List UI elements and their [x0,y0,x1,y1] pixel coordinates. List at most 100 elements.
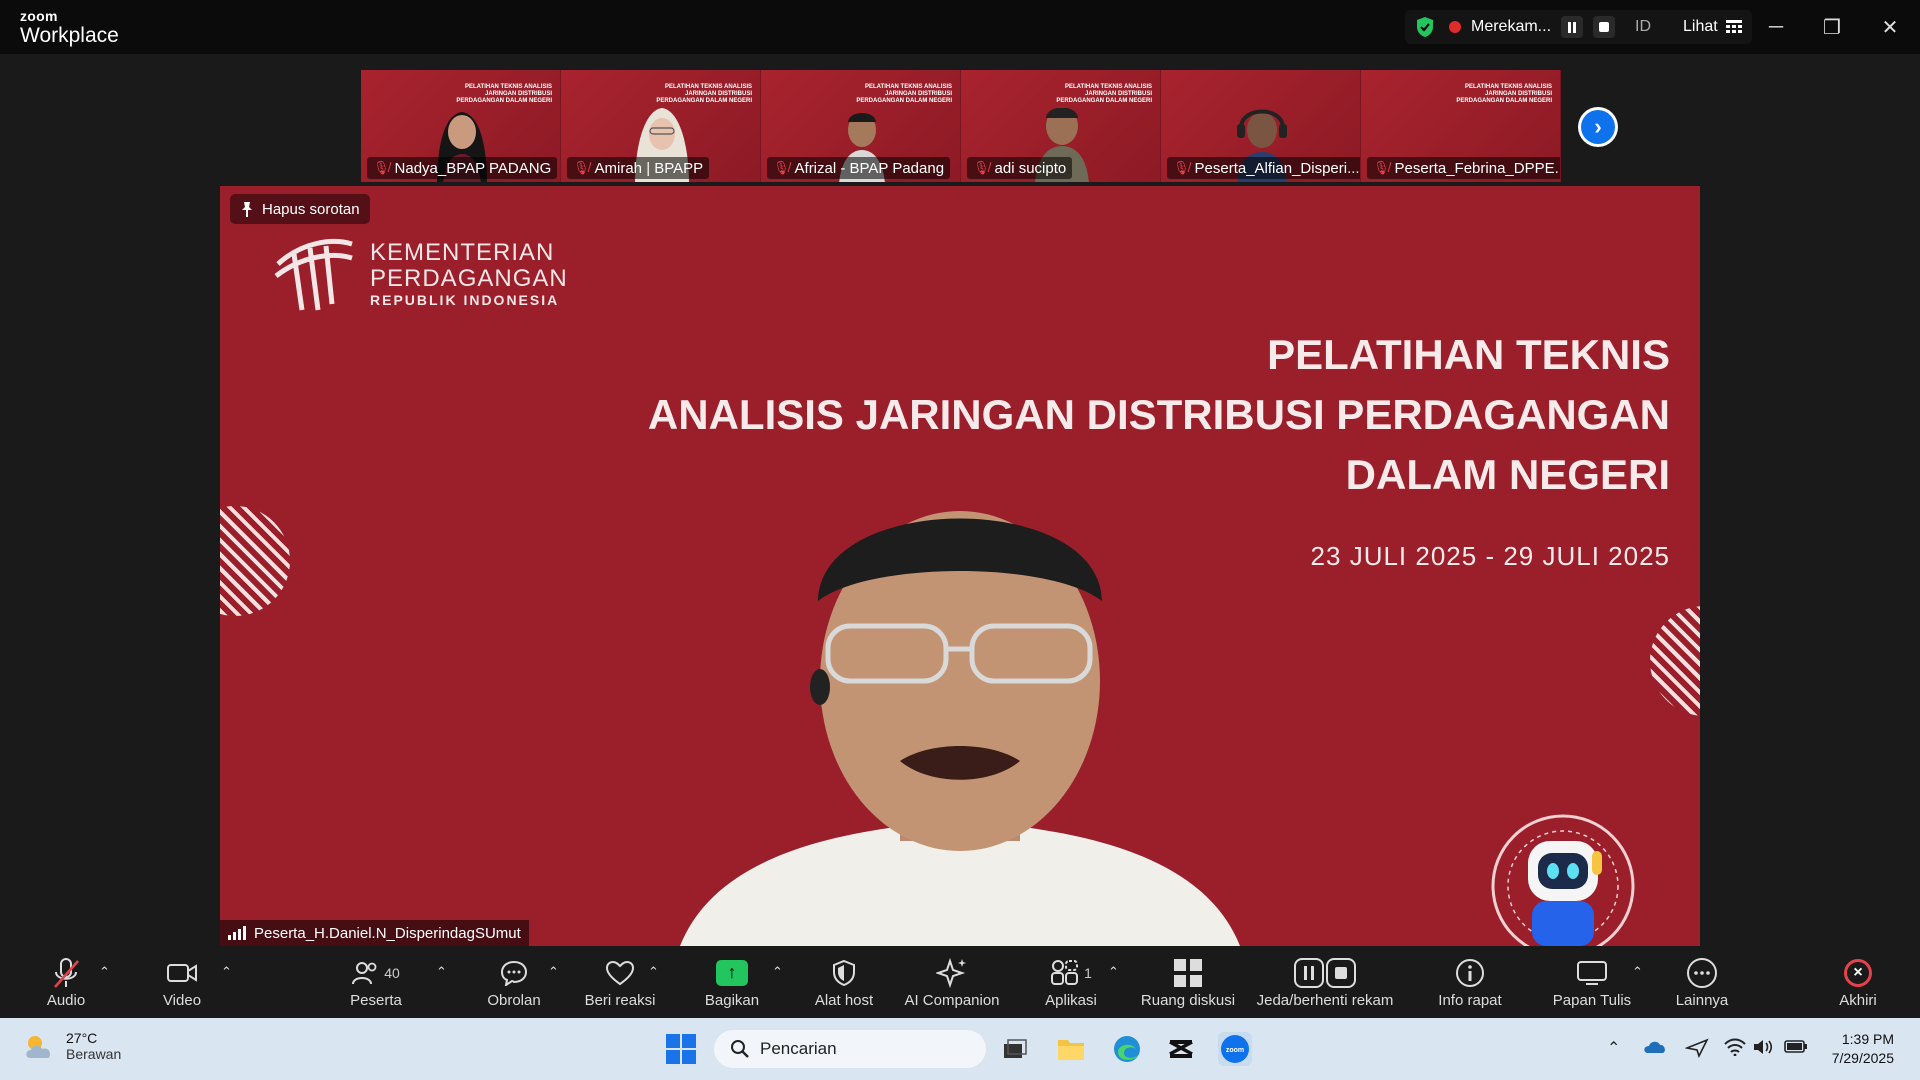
participant-tile[interactable]: PELATIHAN TEKNIS ANALISIS JARINGAN DISTR… [961,70,1161,182]
ai-companion-button[interactable]: AI Companion [902,946,1002,1018]
mic-muted-icon: 🎙︎̸ [773,160,790,175]
chat-options-caret[interactable]: ⌃ [548,964,559,980]
spotlight-label: Hapus sorotan [262,200,360,218]
remove-spotlight-button[interactable]: Hapus sorotan [230,194,370,224]
thumb-slide-text: PELATIHAN TEKNIS ANALISIS JARINGAN DISTR… [1456,84,1552,104]
breakout-rooms-button[interactable]: Ruang diskusi [1138,946,1238,1018]
cloudy-weather-icon [26,1036,51,1058]
close-button[interactable]: ✕ [1862,0,1918,54]
recording-controls: Merekam... ID Lihat [1405,10,1752,44]
mic-muted-icon: 🎙︎̸ [373,160,390,175]
view-button[interactable]: Lihat [1683,18,1742,36]
location-icon[interactable] [1684,1038,1709,1063]
apps-icon [1051,959,1079,985]
restore-button[interactable]: ❐ [1804,0,1860,54]
whiteboard-label: Papan Tulis [1552,991,1632,1009]
apps-options-caret[interactable]: ⌃ [1108,964,1119,980]
video-button[interactable]: Video [158,946,206,1018]
apps-label: Aplikasi [1045,991,1097,1009]
whiteboard-button[interactable]: Papan Tulis [1550,946,1634,1018]
taskbar-search[interactable]: Pencarian [714,1030,986,1068]
slide-title-2: ANALISIS JARINGAN DISTRIBUSI PERDAGANGAN [647,391,1670,438]
participant-tile[interactable]: PELATIHAN TEKNIS ANALISIS JARINGAN DISTR… [561,70,761,182]
clock-date: 7/29/2025 [1831,1050,1894,1066]
capcut-icon[interactable] [1164,1032,1198,1066]
ministry-logo: KEMENTERIAN PERDAGANGAN REPUBLIK INDONES… [272,234,568,314]
participant-name: adi sucipto [994,159,1067,177]
decorative-stripes [1650,606,1700,716]
share-options-caret[interactable]: ⌃ [772,964,783,980]
ai-robot-graphic [1491,814,1635,946]
end-label: Akhiri [1839,991,1877,1009]
participants-options-caret[interactable]: ⌃ [436,964,447,980]
slide-title-3: DALAM NEGERI [1345,451,1670,498]
task-view-icon[interactable] [998,1032,1032,1066]
apps-button[interactable]: 1 Aplikasi [1040,946,1102,1018]
meeting-toolbar: Audio ⌃ Video ⌃ 40 Peserta ⌃ Obrolan ⌃ B… [0,946,1920,1018]
wifi-icon[interactable] [1724,1038,1746,1061]
slide-dates: 23 JULI 2025 - 29 JULI 2025 [1310,541,1670,571]
zoom-app-icon[interactable]: zoom [1218,1032,1252,1066]
pause-stop-recording-button[interactable]: Jeda/berhenti rekam [1254,946,1396,1018]
mic-muted-icon: 🎙︎̸ [573,160,590,175]
video-camera-icon [167,963,197,982]
whiteboard-options-caret[interactable]: ⌃ [1632,964,1643,980]
participant-tile[interactable]: PELATIHAN TEKNIS ANALISIS JARINGAN DISTR… [1361,70,1561,182]
host-tools-label: Alat host [814,991,874,1009]
windows-start-icon[interactable] [666,1034,696,1064]
participant-namebar: 🎙︎̸ Nadya_BPAP PADANG [367,157,558,179]
audio-options-caret[interactable]: ⌃ [99,964,110,980]
battery-icon[interactable] [1784,1038,1808,1059]
mic-muted-icon: 🎙︎̸ [1373,160,1390,175]
meeting-info-button[interactable]: Info rapat [1428,946,1512,1018]
onedrive-cloud-icon[interactable] [1643,1038,1667,1059]
audio-label: Audio [46,991,86,1009]
show-hidden-icons-chevron-icon[interactable]: ⌃ [1607,1038,1620,1058]
svg-text:zoom: zoom [1226,1047,1244,1054]
slide-title-1: PELATIHAN TEKNIS [1267,331,1670,378]
language-button[interactable]: ID [1635,18,1651,36]
participant-tile[interactable]: PELATIHAN TEKNIS ANALISIS JARINGAN DISTR… [761,70,961,182]
ai-companion-label: AI Companion [904,991,1000,1009]
mic-muted-icon: 🎙︎̸ [1173,160,1190,175]
end-x-icon: × [1844,958,1872,987]
pin-icon [242,202,252,217]
signal-bars-icon [228,926,246,940]
share-button[interactable]: ↑ Bagikan [700,946,764,1018]
participant-name: Afrizal - BPAP Padang [794,159,945,177]
more-button[interactable]: Lainnya [1672,946,1732,1018]
chat-button[interactable]: Obrolan [482,946,546,1018]
brand-big: Workplace [20,24,119,47]
security-shield-icon[interactable] [1415,16,1435,38]
participant-namebar: 🎙︎̸ Peserta_Alfian_Disperi... [1167,157,1360,179]
reactions-button[interactable]: Beri reaksi [580,946,660,1018]
more-label: Lainnya [1675,991,1729,1009]
info-icon [1456,958,1484,987]
video-label: Video [162,991,202,1009]
next-page-button[interactable]: › [1578,107,1618,147]
reactions-options-caret[interactable]: ⌃ [648,964,659,980]
participant-tile[interactable]: PELATIHAN TEKNIS ANALISIS JARINGAN DISTR… [361,70,561,182]
host-tools-button[interactable]: Alat host [810,946,878,1018]
participant-name: Nadya_BPAP PADANG [394,159,552,177]
participant-tile[interactable]: 🎙︎̸ Peserta_Alfian_Disperi... [1161,70,1361,182]
recording-label: Merekam... [1471,18,1552,35]
system-clock[interactable]: 1:39 PM 7/29/2025 [1832,1030,1894,1068]
participant-namebar: 🎙︎̸ Afrizal - BPAP Padang [767,157,951,179]
video-options-caret[interactable]: ⌃ [221,964,232,980]
pause-recording-button[interactable] [1561,16,1584,38]
volume-icon[interactable] [1752,1038,1774,1061]
stop-recording-button[interactable] [1593,16,1616,38]
participants-button[interactable]: 40 Peserta [346,946,406,1018]
app-logo: zoom Workplace [20,9,119,46]
search-icon [731,1040,749,1058]
minimize-button[interactable]: ─ [1748,0,1804,54]
file-explorer-icon[interactable] [1054,1032,1088,1066]
spotlight-video: Hapus sorotan KEMENTERIAN PERDAGANGAN RE… [220,186,1700,946]
weather-widget[interactable]: 27°C Berawan [22,1030,121,1062]
audio-button[interactable]: Audio [40,946,92,1018]
edge-browser-icon[interactable] [1110,1032,1144,1066]
breakout-grid-icon [1174,958,1202,987]
end-meeting-button[interactable]: × Akhiri [1830,946,1886,1018]
participant-namebar: 🎙︎̸ Amirah | BPAPP [567,157,710,179]
